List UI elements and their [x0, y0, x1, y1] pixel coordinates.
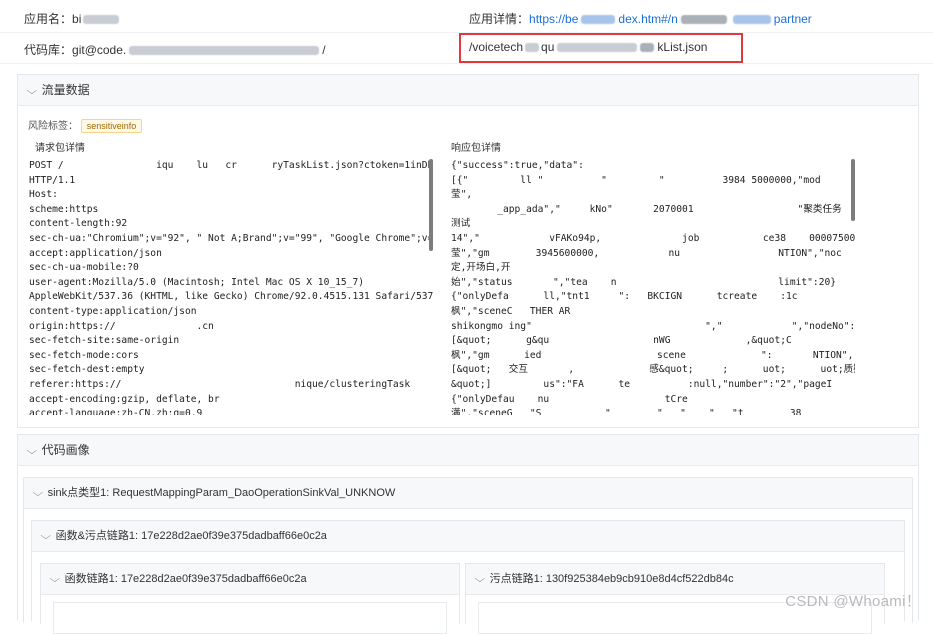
- response-line: 14"," vFAKo94p, job ce38 000075000",: [451, 232, 855, 244]
- response-line: 枫","gm ied scene ": NTION",: [451, 349, 854, 361]
- response-line: [{" ll " " " 3984 5000000,"mod: [451, 174, 821, 186]
- code-profile-title: 代码画像: [41, 443, 90, 457]
- response-line: 莹","gm 3945600000, nu NTION","noc: [451, 247, 842, 259]
- traffic-data-header[interactable]: ⌵ 流量数据: [18, 75, 918, 106]
- traffic-data-title: 流量数据: [41, 83, 90, 97]
- request-line: Host:: [29, 189, 58, 201]
- request-line: POST / iqu lu cr ryTaskList.json?ctoken=…: [29, 160, 433, 171]
- response-scrollbar[interactable]: [851, 159, 855, 221]
- response-body[interactable]: {"success":true,"data": [{" ll " " " 3984…: [451, 159, 855, 415]
- request-line: origin:https:// .cn: [29, 320, 214, 332]
- request-line: accept-language:zh-CN,zh;q=0.9: [29, 408, 203, 415]
- response-line: _app_ada"," kNo" 2070001 "聚类任务: [451, 203, 842, 215]
- watermark: CSDN @Whoami！: [785, 593, 921, 610]
- func-chain-body: [53, 602, 447, 634]
- app-name-value: bi: [72, 12, 82, 26]
- request-line: HTTP/1.1: [29, 174, 76, 186]
- chevron-down-icon: ⌵: [26, 86, 38, 97]
- response-line: 测试: [451, 218, 471, 230]
- taint-chain-panel: ⌵ 函数&污点链路1: 17e228d2ae0f39e375dadbaff66e0…: [31, 520, 905, 634]
- request-title: 请求包详情: [35, 143, 85, 154]
- sink-panel: ⌵ sink点类型1: RequestMappingParam_DaoOperat…: [23, 477, 913, 634]
- app-detail-label: 应用详情：: [469, 12, 530, 26]
- response-line: [&quot; g&qu nWG ,&quot;C: [451, 335, 792, 347]
- header-row-app: 应用名：bi 应用详情：https://be dex.htm#/n partner: [0, 0, 933, 33]
- chevron-down-icon: ⌵: [32, 488, 44, 499]
- request-lines: POST / iqu lu cr ryTaskList.json?ctoken=…: [29, 159, 433, 415]
- request-line: content-length:92: [29, 218, 128, 230]
- app-name-label: 应用名：: [24, 12, 73, 26]
- request-line: accept:application/json: [29, 247, 162, 259]
- taint-chain-header[interactable]: ⌵ 函数&污点链路1: 17e228d2ae0f39e375dadbaff66e0…: [32, 521, 904, 552]
- response-line: 满","sceneG "S " " " " "t 38: [451, 408, 802, 415]
- request-line: content-type:application/json: [29, 305, 197, 317]
- sink-header[interactable]: ⌵ sink点类型1: RequestMappingParam_DaoOperat…: [24, 478, 912, 509]
- response-line: shikongmo ing" "," ","nodeNo":": [451, 320, 855, 332]
- request-line: sec-ch-ua-mobile:?0: [29, 262, 139, 274]
- response-line: {"onlyDefau nu tCre odi: [451, 393, 855, 405]
- request-body[interactable]: POST / iqu lu cr ryTaskList.json?ctoken=…: [29, 159, 433, 415]
- request-line: AppleWebKit/537.36 (KHTML, like Gecko) C…: [29, 291, 433, 303]
- chevron-down-icon: ⌵: [40, 531, 52, 542]
- response-line: 定,开场白,开: [451, 262, 511, 274]
- chevron-down-icon: ⌵: [49, 574, 61, 585]
- func-chain-header[interactable]: ⌵ 函数链路1: 17e228d2ae0f39e375dadbaff66e0c2a: [41, 564, 459, 595]
- app-detail-link[interactable]: https://be dex.htm#/n partner: [529, 12, 812, 26]
- response-line: 始","status ","tea n limit":20}: [451, 276, 837, 288]
- request-line: scheme:https: [29, 203, 99, 215]
- request-line: sec-fetch-dest:empty: [29, 364, 145, 376]
- request-line: sec-fetch-mode:cors: [29, 349, 139, 361]
- code-profile-panel: ⌵ 代码画像 ⌵ sink点类型1: RequestMappingParam_Dao…: [17, 434, 919, 634]
- request-line: referer:https:// nique/clusteringTask: [29, 378, 411, 390]
- sink-title: sink点类型1: RequestMappingParam_DaoOperati…: [47, 487, 396, 499]
- risk-tag-row: 风险标签： sensitiveinfo: [28, 117, 143, 133]
- chevron-down-icon: ⌵: [26, 446, 38, 457]
- response-line: [&quot; 交互 , 感&quot; ; uot; uot;质疑: [451, 364, 855, 376]
- risk-tag: sensitiveinfo: [80, 119, 143, 133]
- response-line: &quot;] us":"FA te :null,"number":"2","p…: [451, 378, 855, 390]
- response-line: 枫","sceneC THER AR: [451, 305, 571, 317]
- taint-point-title: 污点链路1: 130f925384eb9cb910e8d4cf522db84c: [489, 573, 734, 585]
- response-title: 响应包详情: [451, 143, 501, 154]
- request-line: accept-encoding:gzip, deflate, br: [29, 393, 220, 405]
- traffic-data-panel: ⌵ 流量数据 风险标签： sensitiveinfo 请求包详情 响应包详情 PO…: [17, 74, 919, 428]
- response-line: 莹",: [451, 189, 473, 201]
- func-chain-title: 函数链路1: 17e228d2ae0f39e375dadbaff66e0c2a: [64, 573, 307, 585]
- request-line: sec-ch-ua:"Chromium";v="92", " Not A;Bra…: [29, 232, 433, 244]
- taint-chain-title: 函数&污点链路1: 17e228d2ae0f39e375dadbaff66e0c…: [55, 530, 327, 542]
- api-name-value: /voicetech qu kList.json: [469, 40, 708, 54]
- risk-label: 风险标签：: [28, 121, 78, 132]
- request-line: user-agent:Mozilla/5.0 (Macintosh; Intel…: [29, 276, 365, 288]
- response-line: {"success":true,"data":: [451, 160, 584, 171]
- response-line: {"onlyDefa ll,"tnt1 ": BKCIGN tcreate :1…: [451, 291, 798, 303]
- repo-label: 代码库：: [24, 43, 73, 57]
- header-row-repo: 代码库：git@code. / /voicetech qu kList.json: [0, 33, 933, 64]
- request-scrollbar[interactable]: [429, 159, 433, 251]
- response-lines: {"success":true,"data": [{" ll " " " 3984…: [451, 159, 855, 415]
- request-line: sec-fetch-site:same-origin: [29, 335, 180, 347]
- code-profile-header[interactable]: ⌵ 代码画像: [18, 435, 918, 466]
- repo-value: git@code. /: [72, 43, 326, 57]
- chevron-down-icon: ⌵: [474, 574, 486, 585]
